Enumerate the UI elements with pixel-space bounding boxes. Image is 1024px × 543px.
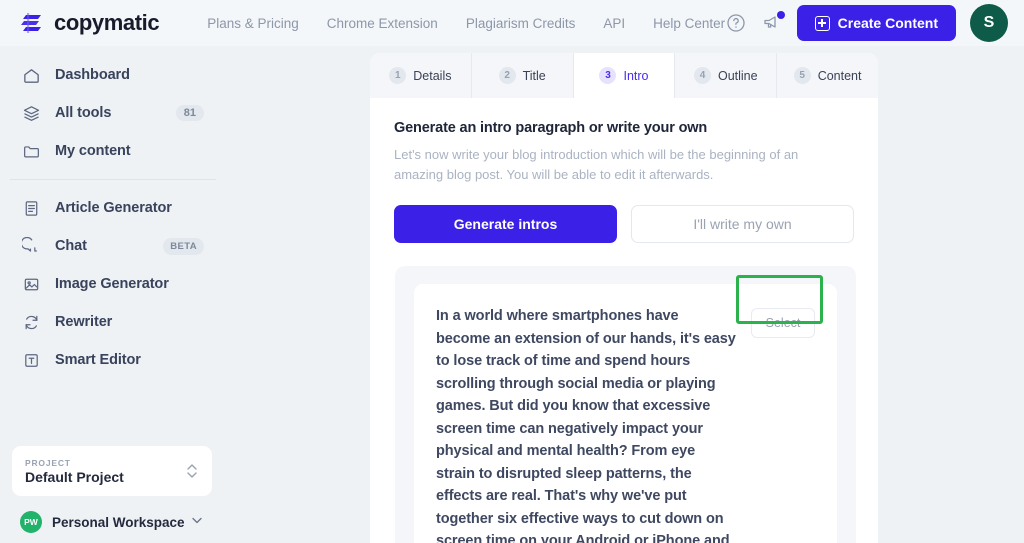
- tab-number: 2: [498, 67, 516, 84]
- copymatic-logo-icon: [20, 10, 46, 36]
- generate-intros-button[interactable]: Generate intros: [394, 205, 617, 243]
- sidebar-item-label: Chat: [55, 238, 87, 254]
- topnav-item-plagiarism-credits[interactable]: Plagiarism Credits: [466, 16, 576, 31]
- tab-number: 4: [693, 67, 711, 84]
- select-button[interactable]: Select: [751, 308, 815, 338]
- project-selector[interactable]: PROJECT Default Project: [12, 446, 212, 496]
- text-box-icon: [21, 350, 41, 370]
- tab-number: 3: [599, 67, 617, 84]
- sidebar-item-article-generator[interactable]: Article Generator: [10, 189, 216, 227]
- top-bar: copymatic Plans & Pricing Chrome Extensi…: [0, 0, 1024, 46]
- sidebar-divider: [10, 179, 216, 180]
- sidebar-item-label: Smart Editor: [55, 352, 141, 368]
- tab-label: Details: [413, 68, 452, 83]
- sidebar-item-label: Rewriter: [55, 314, 113, 330]
- question-circle-icon[interactable]: [725, 12, 747, 34]
- page-subtitle: Let's now write your blog introduction w…: [394, 147, 799, 182]
- brand-logo[interactable]: copymatic: [20, 10, 160, 36]
- tab-label: Content: [817, 68, 862, 83]
- sidebar-item-label: Dashboard: [55, 67, 130, 83]
- create-content-label: Create Content: [837, 15, 938, 31]
- intro-result-card[interactable]: In a world where smartphones have become…: [414, 284, 837, 543]
- tab-intro[interactable]: 3 Intro: [573, 53, 676, 98]
- chat-bubble-icon: [21, 236, 41, 256]
- tab-label: Outline: [717, 68, 758, 83]
- topnav-item-help-center[interactable]: Help Center: [653, 16, 725, 31]
- main-content-card: 1 Details 2 Title 3 Intro 4 Outline 5 Co…: [370, 53, 878, 543]
- tab-label: Title: [522, 68, 546, 83]
- notification-dot: [776, 11, 785, 19]
- sidebar-item-chat[interactable]: Chat BETA: [10, 227, 216, 265]
- tab-content[interactable]: 5 Content: [777, 53, 878, 98]
- sidebar-item-image-generator[interactable]: Image Generator: [10, 265, 216, 303]
- sidebar-item-label: My content: [55, 143, 131, 159]
- chat-beta-badge: BETA: [163, 237, 204, 255]
- page-title: Generate an intro paragraph or write you…: [394, 120, 708, 136]
- chevron-up-down-icon[interactable]: [185, 460, 199, 482]
- sidebar-item-all-tools[interactable]: All tools 81: [10, 94, 216, 132]
- workspace-avatar: PW: [20, 511, 42, 533]
- top-navigation: Plans & Pricing Chrome Extension Plagiar…: [207, 16, 725, 31]
- project-info: PROJECT Default Project: [25, 458, 124, 485]
- topnav-item-plans-pricing[interactable]: Plans & Pricing: [207, 16, 299, 31]
- megaphone-icon[interactable]: [761, 11, 785, 34]
- sidebar-item-my-content[interactable]: My content: [10, 132, 216, 170]
- topnav-item-chrome-extension[interactable]: Chrome Extension: [327, 16, 438, 31]
- all-tools-count-badge: 81: [175, 105, 204, 121]
- tab-number: 1: [389, 67, 407, 84]
- tab-number: 5: [793, 67, 811, 84]
- home-icon: [21, 65, 41, 85]
- write-my-own-button[interactable]: I'll write my own: [630, 205, 854, 243]
- intro-result-text: In a world where smartphones have become…: [436, 308, 736, 543]
- top-bar-actions: Create Content S: [725, 0, 1008, 46]
- plus-square-icon: [814, 15, 830, 31]
- create-content-button[interactable]: Create Content: [796, 5, 956, 41]
- tab-title[interactable]: 2 Title: [472, 53, 574, 98]
- workspace-name: Personal Workspace: [52, 514, 185, 530]
- folder-icon: [21, 141, 41, 161]
- sidebar-item-smart-editor[interactable]: Smart Editor: [10, 341, 216, 379]
- wizard-tabs: 1 Details 2 Title 3 Intro 4 Outline 5 Co…: [370, 53, 878, 98]
- document-icon: [21, 198, 41, 218]
- project-label: PROJECT: [25, 457, 71, 468]
- topnav-item-api[interactable]: API: [603, 16, 625, 31]
- layers-icon: [21, 103, 41, 123]
- brand-name: copymatic: [54, 10, 160, 35]
- project-name: Default Project: [25, 468, 124, 485]
- action-buttons: Generate intros I'll write my own: [394, 205, 854, 243]
- select-button-wrapper: Select: [751, 305, 815, 543]
- intro-results-panel: In a world where smartphones have become…: [395, 266, 856, 543]
- avatar[interactable]: S: [970, 4, 1008, 42]
- sidebar-item-rewriter[interactable]: Rewriter: [10, 303, 216, 341]
- workspace-selector[interactable]: PW Personal Workspace: [12, 505, 212, 539]
- sidebar-item-label: Article Generator: [55, 200, 172, 216]
- tab-label: Intro: [623, 68, 649, 83]
- sidebar-item-label: Image Generator: [55, 276, 169, 292]
- app-root: copymatic Plans & Pricing Chrome Extensi…: [0, 0, 1024, 543]
- chevron-down-icon[interactable]: [190, 513, 204, 532]
- tab-outline[interactable]: 4 Outline: [675, 53, 778, 98]
- sidebar-top-spacer: [0, 46, 226, 56]
- sidebar-item-label: All tools: [55, 105, 112, 121]
- card-body: Generate an intro paragraph or write you…: [370, 98, 878, 543]
- refresh-icon: [21, 312, 41, 332]
- tab-details[interactable]: 1 Details: [370, 53, 472, 98]
- sidebar-item-dashboard[interactable]: Dashboard: [10, 56, 216, 94]
- image-icon: [21, 274, 41, 294]
- sidebar: Dashboard All tools 81 My content Articl…: [0, 46, 226, 543]
